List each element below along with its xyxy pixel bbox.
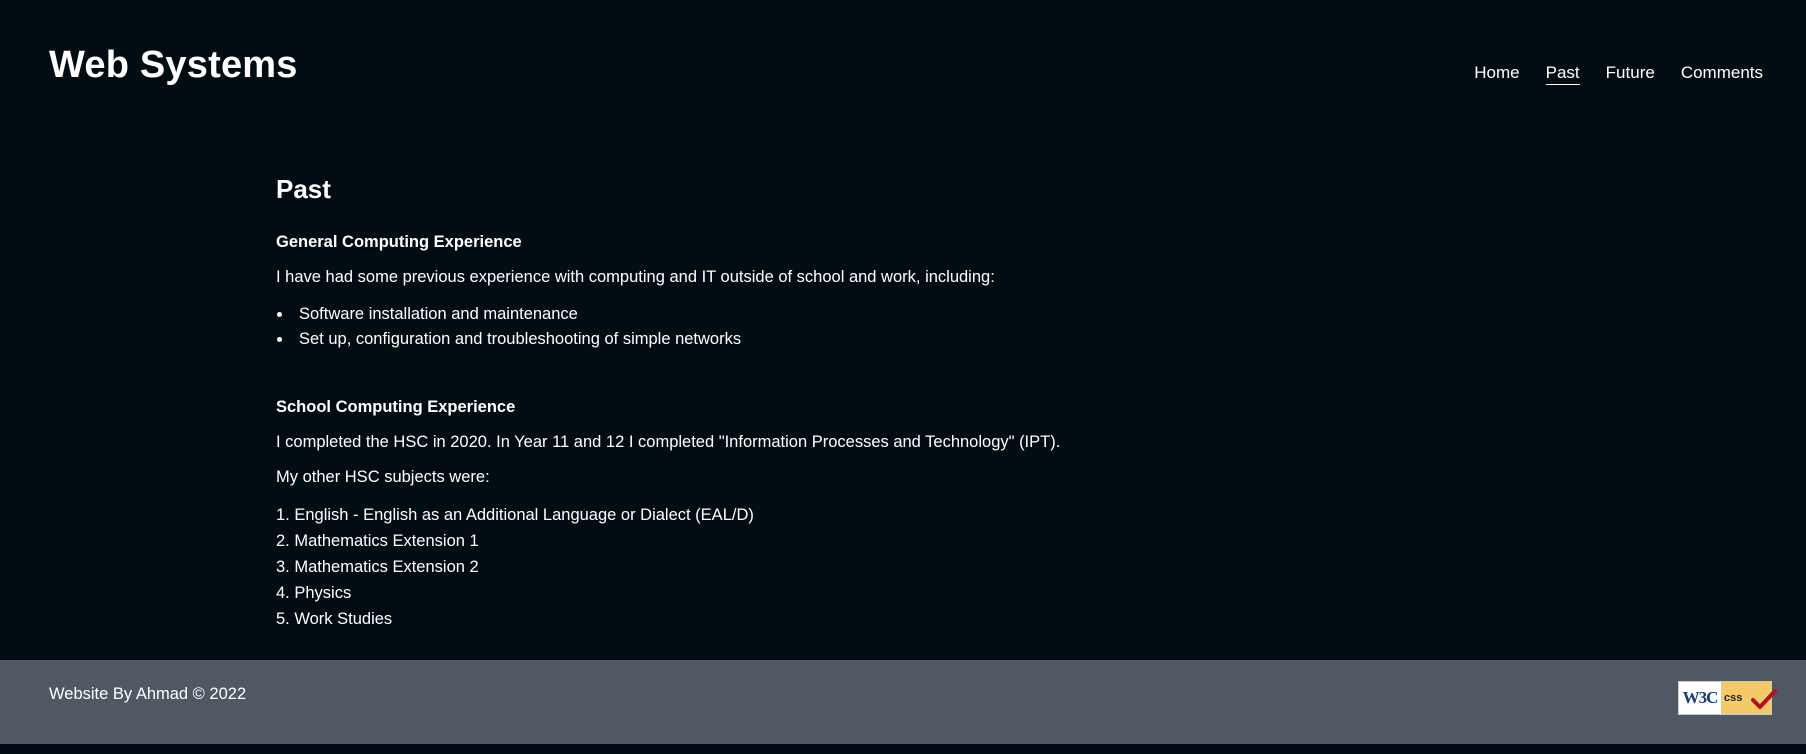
other-subjects-intro: My other HSC subjects were: xyxy=(276,468,490,486)
nav-future-link[interactable]: Future xyxy=(1606,63,1655,85)
page-heading: Past xyxy=(276,174,331,204)
w3c-css-validator-badge[interactable]: W3C css xyxy=(1678,681,1777,715)
w3c-logo: W3C xyxy=(1679,682,1721,714)
general-experience-list: Software installation and maintenance Se… xyxy=(276,302,1476,352)
list-item: Set up, configuration and troubleshootin… xyxy=(276,327,1476,352)
main-nav: Home Past Future Comments xyxy=(1474,63,1763,85)
css-label: css xyxy=(1721,682,1777,714)
subjects-list: 1. English - English as an Additional La… xyxy=(276,502,1476,632)
css-text: css xyxy=(1724,692,1743,704)
school-experience-heading: School Computing Experience xyxy=(276,398,516,416)
nav-comments-link[interactable]: Comments xyxy=(1681,63,1763,85)
main-content: Past General Computing Experience I have… xyxy=(276,174,1476,632)
general-experience-intro: I have had some previous experience with… xyxy=(276,268,995,286)
nav-home-link[interactable]: Home xyxy=(1474,63,1519,85)
list-item: 1. English - English as an Additional La… xyxy=(276,506,754,524)
footer: Website By Ahmad © 2022 W3C css xyxy=(0,660,1806,744)
checkmark-icon xyxy=(1751,689,1777,709)
site-title: Web Systems xyxy=(49,44,298,86)
nav-past-link[interactable]: Past xyxy=(1545,63,1580,85)
list-item: 5. Work Studies xyxy=(276,610,393,628)
general-experience-heading: General Computing Experience xyxy=(276,233,522,251)
list-item: 2. Mathematics Extension 1 xyxy=(276,532,479,550)
list-item: 4. Physics xyxy=(276,584,352,602)
school-experience-paragraph: I completed the HSC in 2020. In Year 11 … xyxy=(276,433,1061,451)
footer-credit: Website By Ahmad © 2022 xyxy=(49,685,247,703)
list-item: Software installation and maintenance xyxy=(276,302,1476,327)
list-item: 3. Mathematics Extension 2 xyxy=(276,558,479,576)
